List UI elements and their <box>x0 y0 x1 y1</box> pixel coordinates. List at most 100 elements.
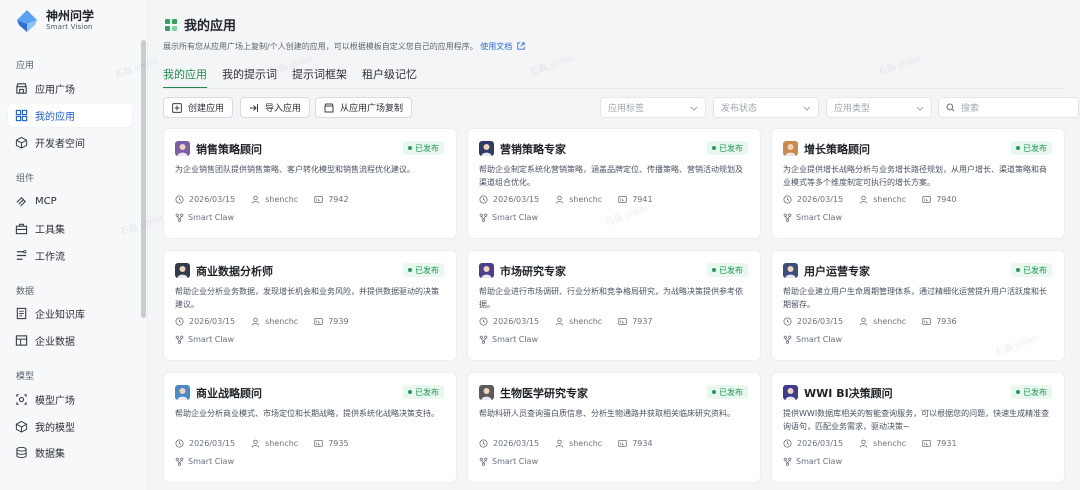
app-owner: shenchc <box>569 439 603 448</box>
app-type-filter[interactable]: 应用类型 <box>826 97 932 118</box>
app-avatar <box>479 263 494 278</box>
app-card[interactable]: 增长策略顾问 已发布 为企业提供增长战略分析与业务增长路径规划，从用户增长、渠道… <box>771 128 1065 239</box>
sidebar-item-developer-space[interactable]: 开发者空间 <box>8 131 132 154</box>
status-badge-label: 已发布 <box>415 143 439 153</box>
create-app-button[interactable]: 创建应用 <box>163 97 234 118</box>
clock-icon <box>175 317 184 326</box>
grid-icon <box>14 109 28 123</box>
status-badge: 已发布 <box>403 263 444 277</box>
clock-icon <box>783 439 792 448</box>
sidebar-item-enterprise-data[interactable]: 企业数据 <box>8 329 132 352</box>
app-card[interactable]: 销售策略顾问 已发布 为企业销售团队提供销售策略、客户转化模型和销售流程优化建议… <box>163 128 457 239</box>
sidebar-item-label: 开发者空间 <box>35 139 85 150</box>
app-tag-label: Smart Claw <box>492 213 538 222</box>
status-badge: 已发布 <box>1011 141 1052 155</box>
app-card[interactable]: 商业数据分析师 已发布 帮助企业分析业务数据，发现增长机会和业务风险，并提供数据… <box>163 250 457 361</box>
toolbox-icon <box>14 222 28 236</box>
app-owner: shenchc <box>569 195 603 204</box>
app-card[interactable]: 营销策略专家 已发布 帮助企业制定系统化营销策略，涵盖品牌定位、传播策略、营销活… <box>467 128 761 239</box>
app-avatar <box>175 141 190 156</box>
app-description: 帮助科研人员查询蛋白质信息、分析生物通路并获取相关临床研究资料。 <box>479 409 735 418</box>
tab-my-apps[interactable]: 我的应用 <box>163 66 207 89</box>
app-card[interactable]: 市场研究专家 已发布 帮助企业进行市场调研、行业分析和竞争格局研究，为战略决策提… <box>467 250 761 361</box>
app-meta: 2026/03/15 shenchc 7937 <box>479 317 669 326</box>
sidebar-item-label: 工具集 <box>35 225 65 236</box>
app-description: 帮助企业分析业务数据，发现增长机会和业务风险，并提供数据驱动的决策建议。 <box>175 287 439 309</box>
copy-from-square-button[interactable]: 从应用广场复制 <box>315 97 413 118</box>
app-title: 销售策略顾问 <box>196 143 262 156</box>
publish-status-filter[interactable]: 发布状态 <box>713 97 819 118</box>
sidebar-item-app-square[interactable]: 应用广场 <box>8 77 132 100</box>
status-badge-label: 已发布 <box>1023 143 1047 153</box>
external-link-icon[interactable] <box>517 42 525 50</box>
page-description-text: 展示所有您从应用广场上复制/个人创建的应用，可以根据模板自定义您自己的应用程序。 <box>163 42 478 51</box>
sidebar-item-toolset[interactable]: 工具集 <box>8 217 132 240</box>
brand[interactable]: 神州问学 Smart Vision <box>14 8 94 34</box>
store-copy-icon <box>324 103 334 112</box>
branch-icon <box>783 213 792 222</box>
workflow-icon <box>14 249 28 263</box>
app-title: 商业数据分析师 <box>196 265 273 278</box>
app-date: 2026/03/15 <box>797 195 844 204</box>
app-meta: 2026/03/15 shenchc 7942 <box>175 195 365 204</box>
app-card[interactable]: 生物医学研究专家 已发布 帮助科研人员查询蛋白质信息、分析生物通路并获取相关临床… <box>467 372 761 483</box>
sidebar-item-my-apps[interactable]: 我的应用 <box>8 104 132 127</box>
search-input[interactable]: 搜索 <box>938 97 1079 118</box>
sidebar-item-knowledge-base[interactable]: 企业知识库 <box>8 302 132 325</box>
sidebar-item-model-square[interactable]: 模型广场 <box>8 388 132 411</box>
app-date: 2026/03/15 <box>493 439 540 448</box>
cube-icon <box>14 136 28 150</box>
app-id: 7935 <box>328 439 349 448</box>
tab-prompt-frameworks[interactable]: 提示词框架 <box>292 66 347 89</box>
app-id: 7937 <box>632 317 653 326</box>
section-label-models: 模型 <box>16 372 35 382</box>
app-meta: 2026/03/15 shenchc 7941 <box>479 195 669 204</box>
branch-icon <box>479 335 488 344</box>
chevron-down-icon <box>803 106 811 111</box>
app-tag-filter-label: 应用标签 <box>608 104 645 114</box>
publish-status-filter-label: 发布状态 <box>721 104 758 114</box>
page-description: 展示所有您从应用广场上复制/个人创建的应用，可以根据模板自定义您自己的应用程序。… <box>163 41 525 52</box>
sidebar-item-label: MCP <box>35 196 57 207</box>
app-id: 7939 <box>328 317 349 326</box>
app-avatar <box>783 385 798 400</box>
app-title: 营销策略专家 <box>500 143 566 156</box>
status-badge-label: 已发布 <box>719 143 743 153</box>
sidebar-item-mcp[interactable]: MCP <box>8 190 132 213</box>
tab-bar: 我的应用 我的提示词 提示词框架 租户级记忆 <box>163 66 432 89</box>
app-tag-filter[interactable]: 应用标签 <box>600 97 706 118</box>
app-description: 帮助企业分析商业模式、市场定位和长期战略，提供系统化战略决策支持。 <box>175 409 439 418</box>
app-card[interactable]: 商业战略顾问 已发布 帮助企业分析商业模式、市场定位和长期战略，提供系统化战略决… <box>163 372 457 483</box>
app-tag: Smart Claw <box>783 457 842 466</box>
app-date: 2026/03/15 <box>797 317 844 326</box>
import-app-button[interactable]: 导入应用 <box>240 97 311 118</box>
app-tag: Smart Claw <box>175 213 234 222</box>
clock-icon <box>175 195 184 204</box>
app-owner: shenchc <box>873 439 907 448</box>
branch-icon <box>783 335 792 344</box>
section-label-data: 数据 <box>16 287 35 297</box>
app-owner: shenchc <box>265 439 299 448</box>
app-tag: Smart Claw <box>479 335 538 344</box>
doc-link[interactable]: 使用文档 <box>480 42 512 51</box>
app-card[interactable]: WWI BI决策顾问 已发布 提供WWI数据库相关的智能查询服务，可以根据您的问… <box>771 372 1065 483</box>
app-owner: shenchc <box>873 195 907 204</box>
sidebar-item-workflow[interactable]: 工作流 <box>8 244 132 267</box>
section-label-apps: 应用 <box>16 61 35 71</box>
sidebar-scrollbar[interactable] <box>141 40 146 318</box>
app-tag: Smart Claw <box>175 457 234 466</box>
app-owner: shenchc <box>265 317 299 326</box>
app-card[interactable]: 用户运营专家 已发布 帮助企业建立用户生命周期管理体系，通过精细化运营提升用户活… <box>771 250 1065 361</box>
id-icon <box>618 317 627 326</box>
tab-tenant-memory[interactable]: 租户级记忆 <box>362 66 417 89</box>
tab-my-prompts[interactable]: 我的提示词 <box>222 66 277 89</box>
status-badge-label: 已发布 <box>415 387 439 397</box>
sidebar-item-datasets[interactable]: 数据集 <box>8 441 132 464</box>
app-id: 7934 <box>632 439 653 448</box>
app-title: 市场研究专家 <box>500 265 566 278</box>
branch-icon <box>783 457 792 466</box>
sidebar-item-my-models[interactable]: 我的模型 <box>8 415 132 438</box>
user-icon <box>251 439 260 448</box>
app-id: 7940 <box>936 195 957 204</box>
model-cube-icon <box>14 420 28 434</box>
